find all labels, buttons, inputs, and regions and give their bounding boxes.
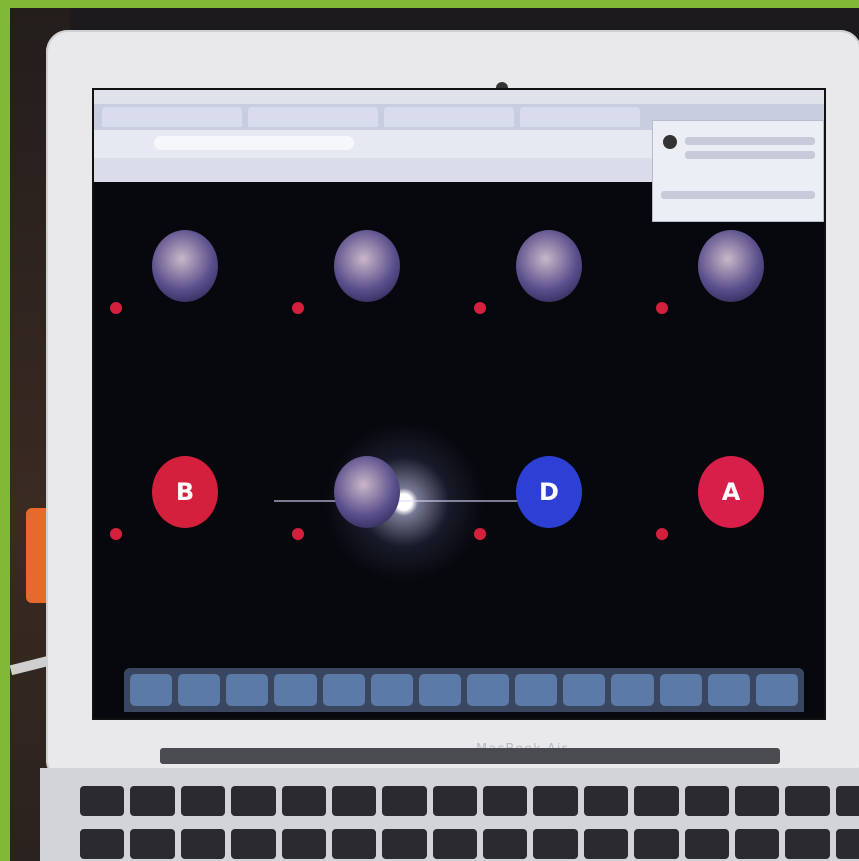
dock-app-icon[interactable]: [755, 674, 798, 706]
video-grid: BDA: [94, 182, 824, 662]
participant-tile[interactable]: [94, 182, 276, 392]
browser-tab[interactable]: [384, 107, 514, 127]
dock-app-icon[interactable]: [322, 674, 365, 706]
participant-tile[interactable]: A: [640, 408, 822, 618]
participant-avatar: [334, 230, 400, 302]
participant-name-tag: [474, 302, 490, 314]
dock-app-icon[interactable]: [370, 674, 413, 706]
dock-app-icon[interactable]: [130, 674, 173, 706]
keyboard-key: [130, 829, 175, 859]
participant-avatar: [698, 230, 764, 302]
participant-name-tag: [656, 302, 672, 314]
muted-mic-icon: [110, 528, 122, 540]
participant-avatar: A: [698, 456, 764, 528]
keyboard-key: [432, 786, 477, 816]
muted-mic-icon: [110, 302, 122, 314]
participant-avatar: [516, 230, 582, 302]
notification-line: [685, 151, 815, 159]
laptop-hinge: [160, 748, 780, 764]
participant-tile[interactable]: [276, 408, 458, 618]
muted-mic-icon: [656, 302, 668, 314]
keyboard-key: [583, 829, 629, 859]
keyboard-key: [835, 786, 859, 816]
participant-name-tag: [110, 302, 126, 314]
keyboard-key: [130, 786, 175, 816]
participant-tile[interactable]: D: [458, 408, 640, 618]
notification-icon: [663, 135, 677, 149]
participant-avatar: B: [152, 456, 218, 528]
participant-avatar: D: [516, 456, 582, 528]
keyboard-key: [432, 829, 477, 859]
url-input[interactable]: [154, 136, 354, 150]
participant-name-tag: [656, 528, 672, 540]
keyboard-key: [80, 786, 125, 816]
app-dock: [124, 668, 804, 712]
keyboard: [80, 786, 859, 861]
participant-tile[interactable]: [276, 182, 458, 392]
dock-app-icon[interactable]: [274, 674, 317, 706]
muted-mic-icon: [474, 302, 486, 314]
participant-tile[interactable]: [640, 182, 822, 392]
keyboard-key: [180, 786, 226, 816]
photo-frame: MacBook Air BDA: [10, 8, 859, 861]
participant-name-tag: [292, 302, 308, 314]
participant-tile[interactable]: B: [94, 408, 276, 618]
keyboard-key: [382, 829, 427, 859]
dock-app-icon[interactable]: [659, 674, 702, 706]
keyboard-key: [634, 829, 679, 859]
dock-app-icon[interactable]: [418, 674, 461, 706]
menu-bar: [94, 90, 824, 104]
keyboard-key: [583, 786, 629, 816]
dock-app-icon[interactable]: [563, 674, 606, 706]
keyboard-key: [684, 786, 729, 816]
muted-mic-icon: [474, 528, 486, 540]
participant-avatar: [334, 456, 400, 528]
participant-name-tag: [110, 528, 126, 540]
keyboard-key: [180, 829, 226, 859]
notification-line: [685, 137, 815, 145]
keyboard-key: [533, 829, 578, 859]
dock-app-icon[interactable]: [515, 674, 558, 706]
keyboard-key: [785, 786, 830, 816]
keyboard-key: [634, 786, 679, 816]
keyboard-key: [281, 829, 326, 859]
muted-mic-icon: [292, 302, 304, 314]
keyboard-key: [785, 829, 830, 859]
dock-app-icon[interactable]: [707, 674, 750, 706]
participant-avatar: [152, 230, 218, 302]
participant-tile[interactable]: [458, 182, 640, 392]
keyboard-key: [331, 829, 377, 859]
keyboard-key: [382, 786, 427, 816]
keyboard-key: [80, 829, 125, 859]
dock-app-icon[interactable]: [226, 674, 269, 706]
keyboard-key: [231, 829, 276, 859]
dock-app-icon[interactable]: [611, 674, 654, 706]
browser-tab[interactable]: [248, 107, 378, 127]
keyboard-key: [533, 786, 578, 816]
muted-mic-icon: [292, 528, 304, 540]
participant-name-tag: [474, 528, 490, 540]
keyboard-key: [734, 786, 780, 816]
keyboard-key: [231, 786, 276, 816]
keyboard-key: [684, 829, 729, 859]
keyboard-key: [734, 829, 780, 859]
browser-tab[interactable]: [102, 107, 242, 127]
keyboard-key: [835, 829, 859, 859]
keyboard-key: [483, 786, 528, 816]
dock-app-icon[interactable]: [178, 674, 221, 706]
browser-tab[interactable]: [520, 107, 640, 127]
keyboard-key: [483, 829, 528, 859]
muted-mic-icon: [656, 528, 668, 540]
laptop-screen: BDA: [92, 88, 826, 720]
keyboard-key: [281, 786, 326, 816]
dock-app-icon[interactable]: [466, 674, 510, 706]
participant-name-tag: [292, 528, 308, 540]
keyboard-key: [331, 786, 377, 816]
